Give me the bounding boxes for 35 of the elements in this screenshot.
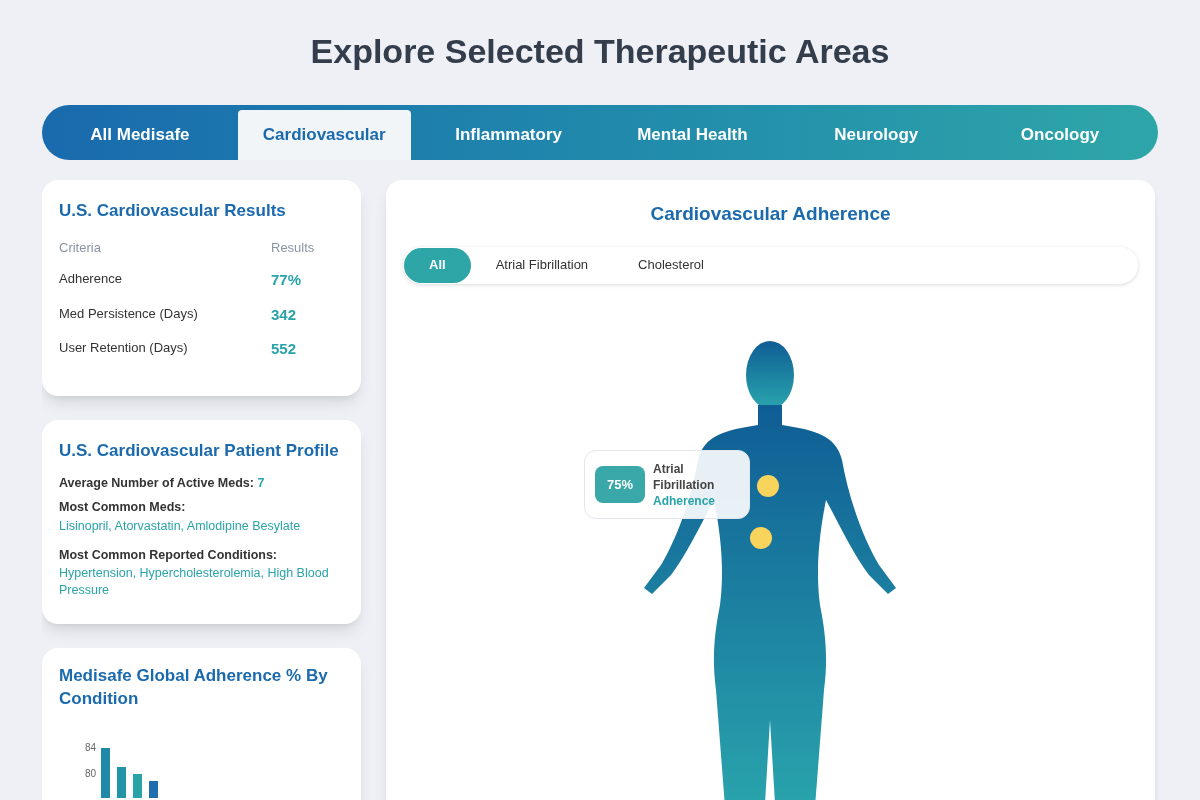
- tab[interactable]: Inflammatory: [416, 110, 601, 160]
- tab[interactable]: Oncology: [968, 110, 1152, 160]
- result-value: 77%: [271, 270, 302, 290]
- filter-tab[interactable]: Cholesterol: [613, 247, 729, 283]
- conditions-label: Most Common Reported Conditions:: [59, 546, 279, 564]
- marker-dot[interactable]: [757, 475, 779, 497]
- result-value: 552: [271, 339, 297, 359]
- filter-tab[interactable]: Atrial Fibrillation: [470, 247, 614, 283]
- card-title: Medisafe Global Adherence % By Condition: [59, 665, 329, 710]
- conditions-list: Hypertension, Hypercholesterolemia, High Blood Pressure: [59, 564, 344, 599]
- axis-tick-label: 80: [84, 768, 96, 779]
- card-title: U.S. Cardiovascular Results: [59, 200, 287, 222]
- marker-dot[interactable]: [750, 527, 772, 549]
- filter-tab[interactable]: All: [404, 247, 471, 283]
- card-title: Cardiovascular Adherence: [649, 202, 892, 226]
- bar-chart-drawing: [101, 748, 158, 798]
- meds-label: Most Common Meds:: [59, 499, 187, 517]
- column-header: Criteria: [59, 238, 102, 257]
- card-title: U.S. Cardiovascular Patient Profile: [59, 440, 340, 462]
- average-meds-text: Average Number of Active Meds: 7: [59, 474, 266, 492]
- column-header: Results: [271, 238, 315, 257]
- result-value: 342: [271, 304, 297, 325]
- tab[interactable]: Cardiovascular: [237, 110, 411, 160]
- tooltip-label: Atrial Fibrillation: [653, 460, 716, 493]
- axis-tick-label: 84: [84, 742, 96, 753]
- meds-list: Lisinopril, Atorvastatin, Amlodipine Besylate: [59, 517, 344, 536]
- criteria-label: User Retention (Days): [59, 339, 189, 357]
- criteria-label: Adherence: [59, 270, 123, 288]
- tooltip-value: 75%: [595, 466, 645, 503]
- tooltip-metric: Adherence: [653, 492, 717, 509]
- page-title: Explore Selected Therapeutic Areas: [309, 31, 891, 72]
- tab[interactable]: Neurology: [784, 110, 969, 160]
- tab[interactable]: All Medisafe: [48, 110, 232, 160]
- tab[interactable]: Mental Health: [600, 110, 785, 160]
- criteria-label: Med Persistence (Days): [59, 304, 199, 323]
